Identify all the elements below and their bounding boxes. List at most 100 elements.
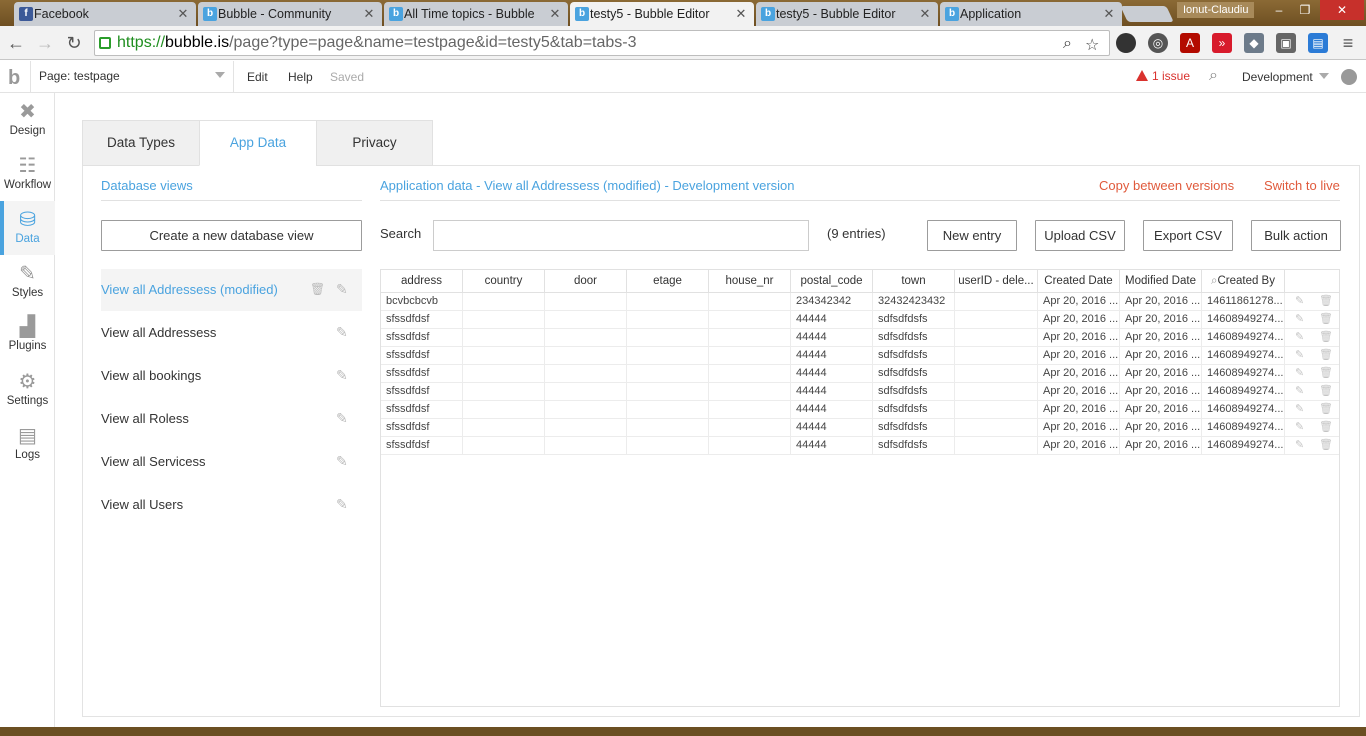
pencil-icon[interactable]: ✎ — [1295, 403, 1304, 416]
table-cell[interactable] — [709, 329, 791, 347]
browser-tab-editor[interactable]: b testy5 - Bubble Editor ✕ — [756, 2, 938, 26]
pencil-icon[interactable]: ✎ — [1295, 367, 1304, 380]
table-cell[interactable]: Apr 20, 2016 ... — [1120, 437, 1202, 455]
table-cell[interactable]: 234342342 — [791, 293, 873, 311]
browser-tab-community[interactable]: b Bubble - Community ✕ — [198, 2, 382, 26]
close-icon[interactable]: ✕ — [1102, 6, 1116, 22]
table-cell[interactable]: 14608949274... — [1202, 419, 1285, 437]
browser-user-chip[interactable]: Ionut-Claudiu — [1177, 2, 1255, 18]
table-cell[interactable]: 14608949274... — [1202, 383, 1285, 401]
table-cell[interactable]: sfssdfdsf — [381, 347, 463, 365]
table-cell[interactable] — [545, 329, 627, 347]
table-cell[interactable] — [627, 383, 709, 401]
table-row[interactable]: sfssdfdsf 44444 sdfsdfdsfs Apr 20, 2016 ...… — [381, 437, 1339, 455]
pencil-icon[interactable]: ✎ — [1295, 439, 1304, 452]
search-input[interactable] — [433, 220, 809, 251]
trash-icon[interactable]: 🗑 — [1319, 421, 1333, 434]
pencil-icon[interactable]: ✎ — [1295, 349, 1304, 362]
browser-tab-facebook[interactable]: f Facebook ✕ — [14, 2, 196, 26]
trash-icon[interactable]: 🗑 — [1319, 385, 1333, 398]
close-icon[interactable]: ✕ — [548, 6, 562, 22]
table-cell[interactable]: 32432423432 — [873, 293, 955, 311]
table-cell[interactable]: Apr 20, 2016 ... — [1038, 365, 1120, 383]
sidebar-item-data[interactable]: ⛁ Data — [0, 201, 55, 255]
sidebar-item-logs[interactable]: ▤ Logs — [0, 417, 55, 471]
search-icon[interactable]: ⌕ — [1209, 67, 1218, 85]
column-header[interactable]: house_nr — [709, 270, 791, 293]
table-cell[interactable] — [955, 401, 1038, 419]
back-icon[interactable]: ← — [4, 31, 28, 55]
trash-icon[interactable]: 🗑 — [1319, 331, 1333, 344]
window-close-icon[interactable]: ✕ — [1320, 0, 1364, 20]
trash-icon[interactable]: 🗑 — [1319, 349, 1333, 362]
table-cell[interactable]: sfssdfdsf — [381, 365, 463, 383]
tab-privacy[interactable]: Privacy — [316, 120, 433, 166]
extension-screen-icon[interactable]: ▤ — [1308, 33, 1328, 53]
table-cell[interactable]: Apr 20, 2016 ... — [1038, 293, 1120, 311]
column-header[interactable]: userID - dele... — [955, 270, 1038, 293]
menu-edit[interactable]: Edit — [247, 70, 268, 84]
view-item[interactable]: View all bookings ✎ — [101, 355, 362, 397]
table-cell[interactable] — [955, 329, 1038, 347]
view-item[interactable]: View all Servicess ✎ — [101, 441, 362, 483]
table-cell[interactable]: sfssdfdsf — [381, 401, 463, 419]
table-cell[interactable]: 14608949274... — [1202, 347, 1285, 365]
browser-tab-editor-active[interactable]: b testy5 - Bubble Editor ✕ — [570, 2, 754, 26]
table-cell[interactable]: sdfsdfdsfs — [873, 437, 955, 455]
column-header[interactable]: postal_code — [791, 270, 873, 293]
table-cell[interactable] — [627, 401, 709, 419]
bulk-action-button[interactable]: Bulk action — [1251, 220, 1341, 251]
table-cell[interactable] — [545, 347, 627, 365]
table-cell[interactable]: 44444 — [791, 383, 873, 401]
pencil-icon[interactable]: ✎ — [336, 325, 350, 339]
address-bar[interactable]: https://bubble.is/page?type=page&name=te… — [94, 30, 1110, 56]
trash-icon[interactable]: 🗑 — [1319, 439, 1333, 452]
view-item[interactable]: View all Roless ✎ — [101, 398, 362, 440]
table-cell[interactable] — [709, 365, 791, 383]
close-icon[interactable]: ✕ — [734, 6, 748, 22]
pencil-icon[interactable]: ✎ — [1295, 295, 1304, 308]
sidebar-item-plugins[interactable]: ▟ Plugins — [0, 308, 55, 362]
trash-icon[interactable]: 🗑 — [1319, 313, 1333, 326]
table-cell[interactable]: Apr 20, 2016 ... — [1120, 311, 1202, 329]
sidebar-item-workflow[interactable]: ☷ Workflow — [0, 147, 55, 201]
extension-contrast-icon[interactable] — [1116, 33, 1136, 53]
table-row[interactable]: sfssdfdsf 44444 sdfsdfdsfs Apr 20, 2016 ...… — [381, 311, 1339, 329]
table-cell[interactable]: sfssdfdsf — [381, 311, 463, 329]
table-cell[interactable] — [627, 293, 709, 311]
pencil-icon[interactable]: ✎ — [336, 282, 350, 296]
table-cell[interactable]: Apr 20, 2016 ... — [1120, 419, 1202, 437]
menu-help[interactable]: Help — [288, 70, 313, 84]
extension-film-icon[interactable]: ◎ — [1148, 33, 1168, 53]
table-cell[interactable]: Apr 20, 2016 ... — [1038, 401, 1120, 419]
pencil-icon[interactable]: ✎ — [336, 497, 350, 511]
table-cell[interactable]: sdfsdfdsfs — [873, 419, 955, 437]
column-header[interactable]: address — [381, 270, 463, 293]
tab-app-data[interactable]: App Data — [199, 120, 317, 166]
bookmark-star-icon[interactable]: ☆ — [1085, 35, 1099, 55]
column-header[interactable]: etage — [627, 270, 709, 293]
extension-dropbox-icon[interactable]: ◆ — [1244, 33, 1264, 53]
table-cell[interactable] — [463, 365, 545, 383]
table-cell[interactable] — [545, 401, 627, 419]
maximize-icon[interactable]: ❐ — [1292, 0, 1318, 20]
table-cell[interactable]: Apr 20, 2016 ... — [1120, 401, 1202, 419]
pencil-icon[interactable]: ✎ — [1295, 313, 1304, 326]
browser-tab-topics[interactable]: b All Time topics - Bubble ✕ — [384, 2, 568, 26]
column-header[interactable]: country — [463, 270, 545, 293]
table-cell[interactable] — [627, 347, 709, 365]
issues-indicator[interactable]: 1 issue — [1136, 69, 1190, 83]
table-cell[interactable]: Apr 20, 2016 ... — [1120, 347, 1202, 365]
table-cell[interactable]: sdfsdfdsfs — [873, 365, 955, 383]
browser-tab-application[interactable]: b Application ✕ — [940, 2, 1122, 26]
extension-window-icon[interactable]: ▣ — [1276, 33, 1296, 53]
zoom-icon[interactable]: ⌕ — [1063, 35, 1072, 53]
table-cell[interactable]: Apr 20, 2016 ... — [1038, 347, 1120, 365]
trash-icon[interactable]: 🗑 — [1319, 403, 1333, 416]
table-cell[interactable] — [463, 437, 545, 455]
table-row[interactable]: sfssdfdsf 44444 sdfsdfdsfs Apr 20, 2016 ...… — [381, 401, 1339, 419]
avatar[interactable] — [1341, 69, 1357, 85]
table-cell[interactable]: bcvbcbcvb — [381, 293, 463, 311]
table-cell[interactable]: sdfsdfdsfs — [873, 401, 955, 419]
table-cell[interactable]: Apr 20, 2016 ... — [1120, 293, 1202, 311]
